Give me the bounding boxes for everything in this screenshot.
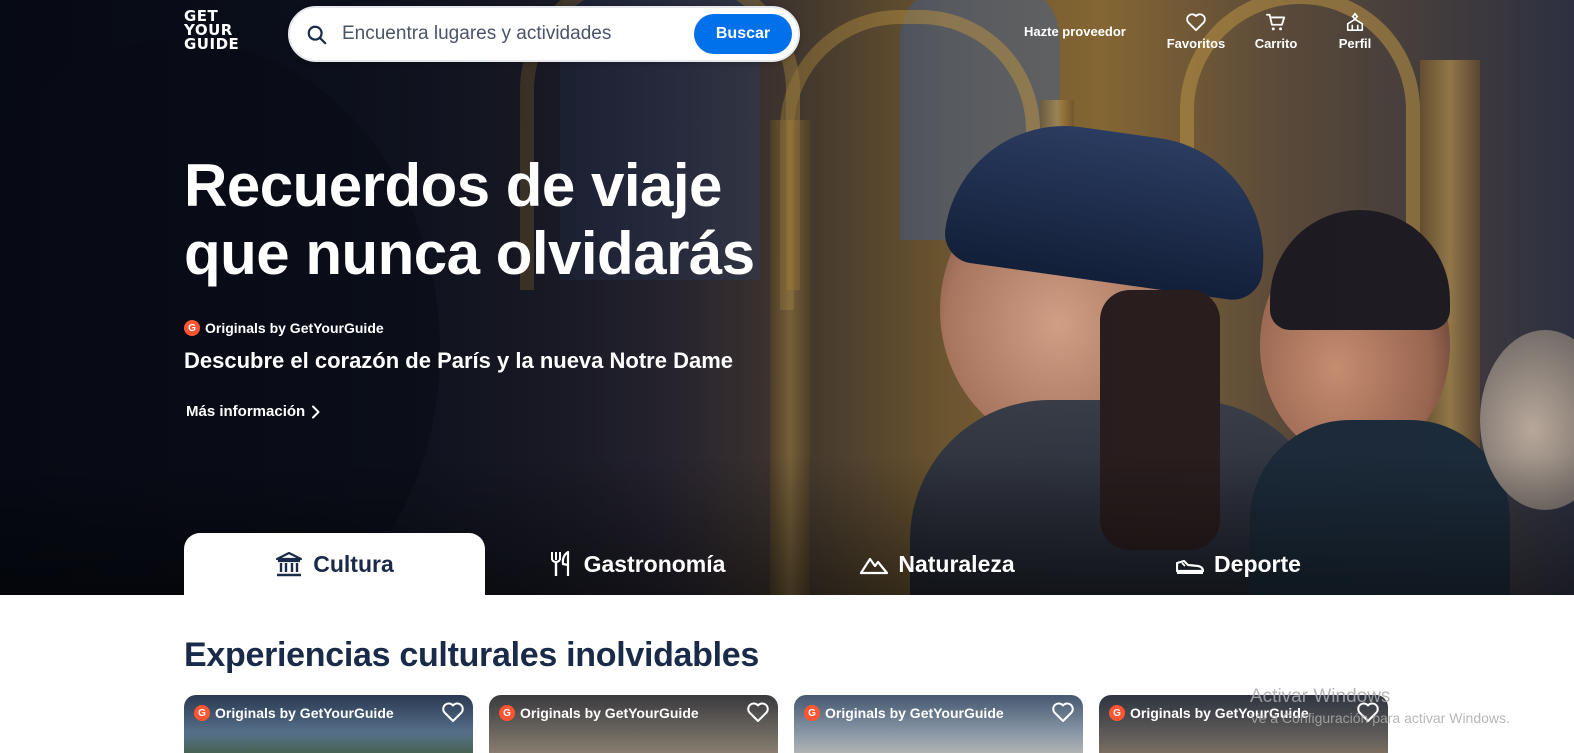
nav-profile[interactable]: Perfil bbox=[1320, 12, 1390, 51]
mountain-icon bbox=[860, 557, 889, 575]
profile-icon bbox=[1346, 12, 1364, 31]
getyourguide-logo[interactable]: GET YOUR GUIDE bbox=[184, 9, 240, 53]
fork-knife-icon bbox=[550, 550, 569, 576]
hero-title-line-1: Recuerdos de viaje bbox=[184, 152, 722, 219]
heart-icon bbox=[1186, 13, 1206, 32]
card-originals-badge: G Originals by GetYourGuide bbox=[194, 705, 394, 721]
experience-card[interactable]: G Originals by GetYourGuide bbox=[184, 695, 473, 753]
search-button[interactable]: Buscar bbox=[694, 14, 792, 54]
sneaker-icon bbox=[1176, 559, 1205, 574]
originals-badge: G Originals by GetYourGuide bbox=[184, 320, 384, 336]
tab-gastronomia[interactable]: Gastronomía bbox=[486, 533, 787, 595]
originals-icon: G bbox=[194, 705, 210, 721]
originals-icon: G bbox=[499, 705, 515, 721]
watermark-title: Activar Windows bbox=[1250, 686, 1391, 707]
more-info-label: Más información bbox=[186, 403, 306, 420]
card-originals-badge: G Originals by GetYourGuide bbox=[804, 705, 1004, 721]
tab-deporte-label: Deporte bbox=[1214, 550, 1301, 577]
card-badge-label: Originals by GetYourGuide bbox=[825, 705, 1004, 721]
watermark-subtitle: Ve a Configuración para activar Windows. bbox=[1250, 710, 1510, 726]
tab-cultura[interactable]: Cultura bbox=[184, 533, 485, 595]
card-badge-label: Originals by GetYourGuide bbox=[520, 705, 699, 721]
originals-icon: G bbox=[1109, 705, 1125, 721]
tab-naturaleza-label: Naturaleza bbox=[898, 550, 1015, 577]
heart-icon[interactable] bbox=[1051, 701, 1075, 723]
nav-cart[interactable]: Carrito bbox=[1241, 12, 1311, 51]
search-input[interactable] bbox=[342, 20, 682, 48]
hero-subtitle: Descubre el corazón de París y la nueva … bbox=[184, 348, 734, 373]
tab-naturaleza[interactable]: Naturaleza bbox=[787, 533, 1088, 595]
nav-favorites[interactable]: Favoritos bbox=[1161, 12, 1231, 51]
section-title: Experiencias culturales inolvidables bbox=[184, 636, 760, 674]
experience-card[interactable]: G Originals by GetYourGuide bbox=[489, 695, 778, 753]
become-supplier-link[interactable]: Hazte proveedor bbox=[1024, 24, 1126, 39]
hero-title-line-2: que nunca olvidarás bbox=[184, 220, 755, 287]
nav-cart-label: Carrito bbox=[1254, 36, 1298, 51]
card-badge-label: Originals by GetYourGuide bbox=[215, 705, 394, 721]
card-originals-badge: G Originals by GetYourGuide bbox=[499, 705, 699, 721]
experience-card[interactable]: G Originals by GetYourGuide bbox=[794, 695, 1083, 753]
hero-title: Recuerdos de viaje que nunca olvidarás bbox=[184, 152, 804, 288]
search-icon bbox=[307, 25, 327, 45]
nav-favorites-label: Favoritos bbox=[1166, 36, 1226, 51]
heart-icon[interactable] bbox=[441, 701, 465, 723]
heart-icon[interactable] bbox=[746, 701, 770, 723]
more-info-link[interactable]: Más información bbox=[186, 403, 321, 420]
logo-line: GUIDE bbox=[184, 35, 240, 53]
tab-deporte[interactable]: Deporte bbox=[1088, 533, 1389, 595]
hero-banner bbox=[0, 0, 1574, 595]
originals-icon: G bbox=[184, 320, 200, 336]
windows-activation-watermark: Activar Windows Ve a Configuración para … bbox=[1250, 686, 1510, 726]
originals-icon: G bbox=[804, 705, 820, 721]
nav-profile-label: Perfil bbox=[1338, 36, 1372, 51]
museum-icon bbox=[276, 551, 303, 577]
cart-icon bbox=[1265, 13, 1286, 31]
tab-gastronomia-label: Gastronomía bbox=[583, 550, 726, 577]
originals-badge-label: Originals by GetYourGuide bbox=[205, 320, 384, 336]
chevron-right-icon bbox=[312, 405, 320, 418]
tab-cultura-label: Cultura bbox=[313, 550, 394, 577]
search-bar: Buscar bbox=[288, 6, 800, 62]
